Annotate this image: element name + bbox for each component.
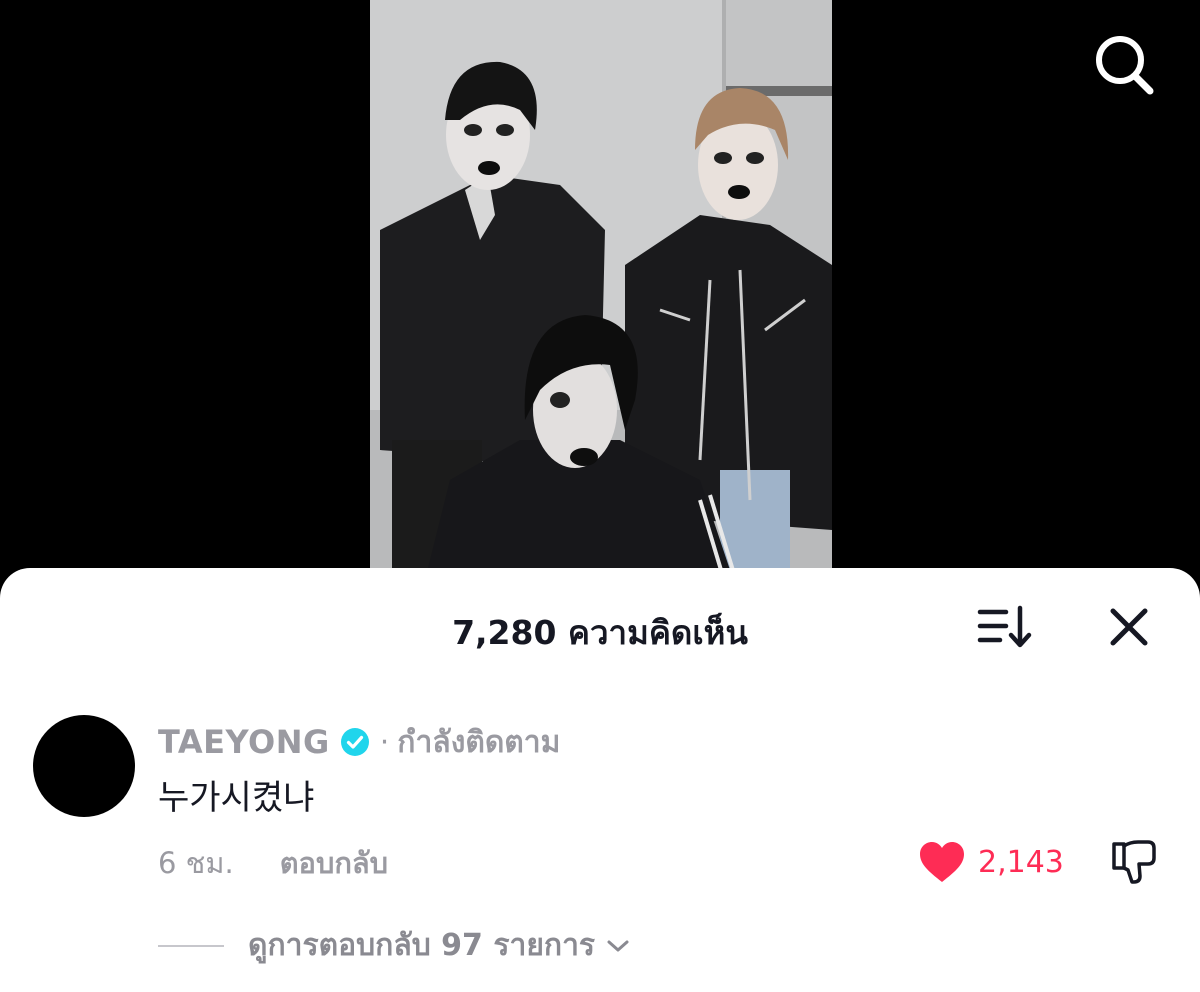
avatar[interactable]	[33, 715, 135, 817]
comment-text: 누가시켰냐	[158, 778, 315, 818]
comments-header: 7,280 ความคิดเห็น	[0, 568, 1200, 684]
follow-status: กำลังติดตาม	[397, 724, 561, 760]
comments-sheet: 7,280 ความคิดเห็น TAEYONG · กำลังติดตาม …	[0, 568, 1200, 992]
chevron-down-icon	[607, 940, 629, 951]
like-count: 2,143	[978, 844, 1064, 880]
sort-icon	[977, 605, 1032, 648]
view-replies-button[interactable]: ดูการตอบกลับ 97 รายการ	[158, 922, 631, 969]
search-button[interactable]	[1088, 30, 1158, 100]
close-button[interactable]	[1104, 602, 1154, 652]
close-icon	[1110, 608, 1148, 646]
dislike-button[interactable]	[1108, 836, 1160, 888]
separator-dot: ·	[379, 724, 390, 760]
comment-username[interactable]: TAEYONG	[158, 723, 330, 761]
video-frame	[370, 0, 832, 600]
like-button[interactable]: 2,143	[918, 840, 1064, 884]
thumbs-down-icon	[1112, 840, 1156, 884]
video-player[interactable]	[0, 0, 1200, 600]
comment-timestamp: 6 ชม.	[158, 846, 234, 880]
sort-button[interactable]	[976, 604, 1034, 650]
verified-badge-icon	[340, 728, 369, 756]
search-icon	[1096, 36, 1154, 95]
replies-divider-line	[158, 944, 224, 947]
view-replies-label: ดูการตอบกลับ 97 รายการ	[248, 928, 596, 963]
comment-meta: 6 ชม. ตอบกลับ	[158, 840, 388, 886]
heart-icon	[920, 842, 964, 882]
reply-button[interactable]: ตอบกลับ	[280, 840, 388, 886]
comment-header: TAEYONG · กำลังติดตาม	[158, 722, 560, 762]
video-thumbnail-illustration	[370, 0, 832, 600]
